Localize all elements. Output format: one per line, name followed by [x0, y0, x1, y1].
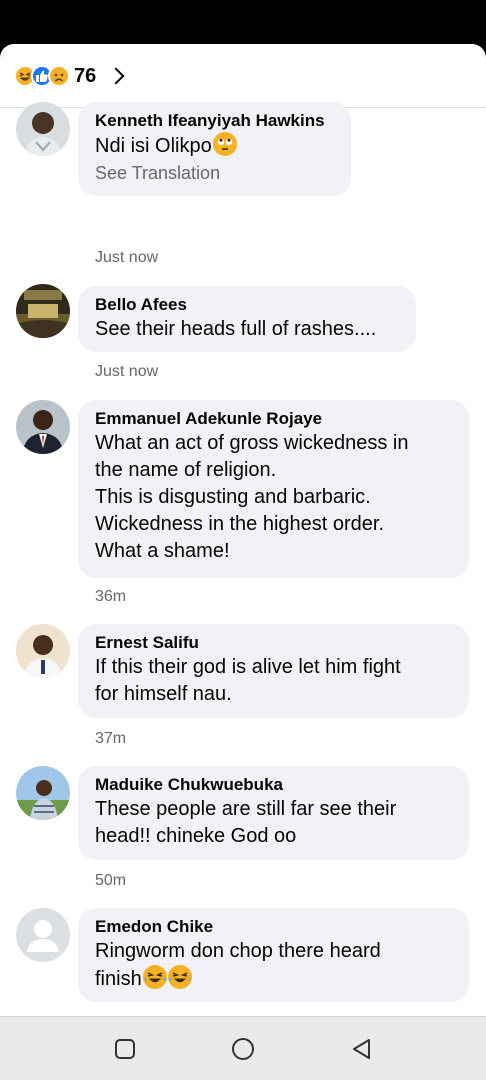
recent-apps-icon[interactable]	[113, 1037, 137, 1061]
status-bar	[0, 0, 486, 44]
avatar[interactable]	[16, 284, 70, 338]
comment-timestamp: Just now	[95, 249, 159, 266]
see-translation-link[interactable]: See Translation	[95, 161, 334, 186]
comment-bubble[interactable]: Emedon Chike Ringworm don chop there hea…	[78, 908, 469, 1002]
comment-text: If this their god is alive let him fight…	[95, 656, 401, 705]
comment-author[interactable]: Emmanuel Adekunle Rojaye	[95, 408, 452, 430]
comment-text: What an act of gross wickedness in the n…	[95, 432, 409, 562]
reaction-count[interactable]: 76	[74, 65, 96, 88]
chevron-right-icon[interactable]	[107, 67, 125, 85]
avatar[interactable]	[16, 908, 70, 962]
back-icon[interactable]	[350, 1037, 374, 1061]
comment-timestamp: 50m	[95, 872, 127, 889]
reactions-header[interactable]: 76	[0, 44, 486, 108]
avatar[interactable]	[16, 624, 70, 678]
comment-author[interactable]: Kenneth Ifeanyiyah Hawkins	[95, 110, 334, 132]
comment-bubble[interactable]: Ernest Salifu If this their god is alive…	[78, 624, 469, 718]
comment-author[interactable]: Maduike Chukwuebuka	[95, 774, 452, 796]
system-nav-bar	[0, 1016, 486, 1080]
comment-bubble[interactable]: Kenneth Ifeanyiyah Hawkins Ndi isi Olikp…	[78, 102, 351, 196]
comment-timestamp: 37m	[95, 730, 127, 747]
comments-sheet: 76 Kenneth Ifeanyiyah Hawkins Ndi isi Ol…	[0, 44, 486, 1016]
home-icon[interactable]	[231, 1037, 255, 1061]
avatar[interactable]	[16, 102, 70, 156]
comment-text-content: Ringworm don chop there heard finish	[95, 940, 381, 990]
comment-timestamp: 36m	[95, 588, 127, 605]
comment-text: See their heads full of rashes....	[95, 318, 377, 340]
comment-text: These people are still far see their hea…	[95, 798, 397, 847]
comment-text-content: Ndi isi Olikpo	[95, 135, 212, 157]
rolling-eyes-emoji	[212, 132, 237, 156]
avatar[interactable]	[16, 400, 70, 454]
comment-timestamp: Just now	[95, 363, 159, 380]
laughing-tears-emoji	[142, 965, 167, 989]
comment-author[interactable]: Ernest Salifu	[95, 632, 452, 654]
comment-bubble[interactable]: Bello Afees See their heads full of rash…	[78, 286, 416, 352]
laughing-tears-emoji	[167, 965, 192, 989]
comment-author[interactable]: Emedon Chike	[95, 916, 452, 938]
comment-text: Ndi isi Olikpo	[95, 132, 334, 160]
avatar[interactable]	[16, 766, 70, 820]
sad-icon	[48, 65, 70, 87]
reaction-summary[interactable]: 76	[14, 65, 125, 88]
comment-text: Ringworm don chop there heard finish	[95, 938, 452, 993]
comment-bubble[interactable]: Emmanuel Adekunle Rojaye What an act of …	[78, 400, 469, 578]
comment-author[interactable]: Bello Afees	[95, 294, 399, 316]
comment-bubble[interactable]: Maduike Chukwuebuka These people are sti…	[78, 766, 469, 860]
